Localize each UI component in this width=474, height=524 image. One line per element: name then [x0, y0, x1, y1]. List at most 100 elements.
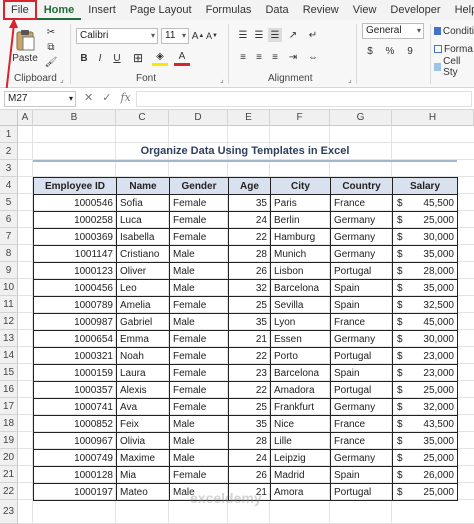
row-header[interactable]: 13 [0, 330, 18, 347]
borders-icon[interactable]: ⊞ [130, 50, 146, 66]
table-cell[interactable]: Noah [116, 347, 170, 365]
cancel-icon[interactable]: ✕ [84, 91, 93, 104]
table-cell[interactable]: Germany [330, 330, 393, 348]
table-cell[interactable]: 1000852 [33, 415, 117, 433]
table-header-country[interactable]: Country [330, 177, 393, 195]
format-painter-icon[interactable]: 🖌 [44, 56, 58, 68]
table-cell[interactable]: Hamburg [270, 228, 331, 246]
table-cell[interactable]: Essen [270, 330, 331, 348]
table-cell[interactable]: Female [169, 194, 229, 212]
table-cell[interactable]: Portugal [330, 347, 393, 365]
table-cell[interactable]: Munich [270, 245, 331, 263]
table-cell[interactable]: Spain [330, 466, 393, 484]
table-header-city[interactable]: City [270, 177, 331, 195]
align-top-icon[interactable]: ☰ [236, 28, 250, 42]
table-cell[interactable]: Barcelona [270, 364, 331, 382]
clipboard-launcher-icon[interactable]: ⌟ [60, 75, 64, 84]
font-color-icon[interactable]: A [174, 50, 190, 66]
table-cell[interactable]: 35 [228, 313, 271, 331]
row-header[interactable]: 5 [0, 194, 18, 211]
table-cell[interactable]: 1000967 [33, 432, 117, 450]
salary-cell[interactable]: $25,000 [392, 211, 458, 229]
table-cell[interactable]: 1000369 [33, 228, 117, 246]
row-header[interactable]: 22 [0, 483, 18, 500]
align-center-icon[interactable]: ≡ [252, 50, 266, 64]
format-as-table-button[interactable]: Forma [434, 42, 474, 56]
table-cell[interactable]: 35 [228, 194, 271, 212]
table-cell[interactable]: Spain [330, 279, 393, 297]
table-cell[interactable]: Gabriel [116, 313, 170, 331]
salary-cell[interactable]: $32,000 [392, 398, 458, 416]
table-cell[interactable]: Amelia [116, 296, 170, 314]
table-cell[interactable]: 25 [228, 398, 271, 416]
salary-cell[interactable]: $26,000 [392, 466, 458, 484]
table-cell[interactable]: 22 [228, 381, 271, 399]
table-header-employee-id[interactable]: Employee ID [33, 177, 117, 195]
salary-cell[interactable]: $45,000 [392, 313, 458, 331]
table-cell[interactable]: Mia [116, 466, 170, 484]
column-header-h[interactable]: H [392, 110, 474, 126]
row-header[interactable]: 4 [0, 177, 18, 194]
column-header-g[interactable]: G [330, 110, 392, 126]
table-cell[interactable]: 1000197 [33, 483, 117, 501]
column-header-d[interactable]: D [169, 110, 228, 126]
table-cell[interactable]: 26 [228, 466, 271, 484]
enter-icon[interactable]: ✓ [102, 91, 111, 104]
row-header[interactable]: 11 [0, 296, 18, 313]
table-header-salary[interactable]: Salary [392, 177, 458, 195]
table-cell[interactable]: 1001147 [33, 245, 117, 263]
conditional-formatting-button[interactable]: Conditi [434, 24, 474, 38]
row-header[interactable]: 10 [0, 279, 18, 296]
font-name-combo[interactable]: Calibri ▾ [76, 28, 158, 44]
salary-cell[interactable]: $35,000 [392, 245, 458, 263]
table-cell[interactable]: 1000741 [33, 398, 117, 416]
table-cell[interactable]: 1000321 [33, 347, 117, 365]
menu-developer[interactable]: Developer [383, 0, 447, 20]
row-header[interactable]: 17 [0, 398, 18, 415]
menu-home[interactable]: Home [36, 0, 82, 20]
table-cell[interactable]: Isabella [116, 228, 170, 246]
table-cell[interactable]: 35 [228, 415, 271, 433]
row-header[interactable]: 7 [0, 228, 18, 245]
name-box[interactable]: M27 ▾ [4, 91, 76, 107]
table-cell[interactable]: 1000159 [33, 364, 117, 382]
formula-input[interactable] [136, 91, 472, 107]
table-cell[interactable]: 1000546 [33, 194, 117, 212]
table-cell[interactable]: 1000987 [33, 313, 117, 331]
menu-help[interactable]: Help [448, 0, 474, 20]
fill-color-icon[interactable]: ◈ [152, 50, 168, 66]
table-cell[interactable]: Leipzig [270, 449, 331, 467]
menu-review[interactable]: Review [296, 0, 346, 20]
alignment-launcher-icon[interactable]: ⌟ [348, 75, 352, 84]
comma-style-button[interactable]: 9 [404, 44, 416, 58]
row-header[interactable]: 20 [0, 449, 18, 466]
table-cell[interactable]: Nice [270, 415, 331, 433]
table-cell[interactable]: Male [169, 415, 229, 433]
salary-cell[interactable]: $30,000 [392, 330, 458, 348]
table-cell[interactable]: Lyon [270, 313, 331, 331]
table-cell[interactable]: Female [169, 364, 229, 382]
salary-cell[interactable]: $23,000 [392, 347, 458, 365]
table-cell[interactable]: Female [169, 228, 229, 246]
table-cell[interactable]: Male [169, 262, 229, 280]
table-cell[interactable]: Portugal [330, 262, 393, 280]
table-cell[interactable]: Sofia [116, 194, 170, 212]
cell-styles-button[interactable]: Cell Sty [434, 56, 474, 78]
table-header-name[interactable]: Name [116, 177, 170, 195]
table-cell[interactable]: Emma [116, 330, 170, 348]
row-header[interactable]: 6 [0, 211, 18, 228]
table-cell[interactable]: Sevilla [270, 296, 331, 314]
table-cell[interactable]: 1000789 [33, 296, 117, 314]
table-cell[interactable]: 1000654 [33, 330, 117, 348]
table-cell[interactable]: Luca [116, 211, 170, 229]
row-header[interactable]: 3 [0, 160, 18, 177]
row-header[interactable]: 12 [0, 313, 18, 330]
orientation-icon[interactable]: ↗ [286, 28, 300, 42]
row-header[interactable]: 8 [0, 245, 18, 262]
table-cell[interactable]: Alexis [116, 381, 170, 399]
table-cell[interactable]: Female [169, 347, 229, 365]
salary-cell[interactable]: $35,000 [392, 432, 458, 450]
salary-cell[interactable]: $23,000 [392, 364, 458, 382]
table-cell[interactable]: 1000128 [33, 466, 117, 484]
table-cell[interactable]: France [330, 313, 393, 331]
